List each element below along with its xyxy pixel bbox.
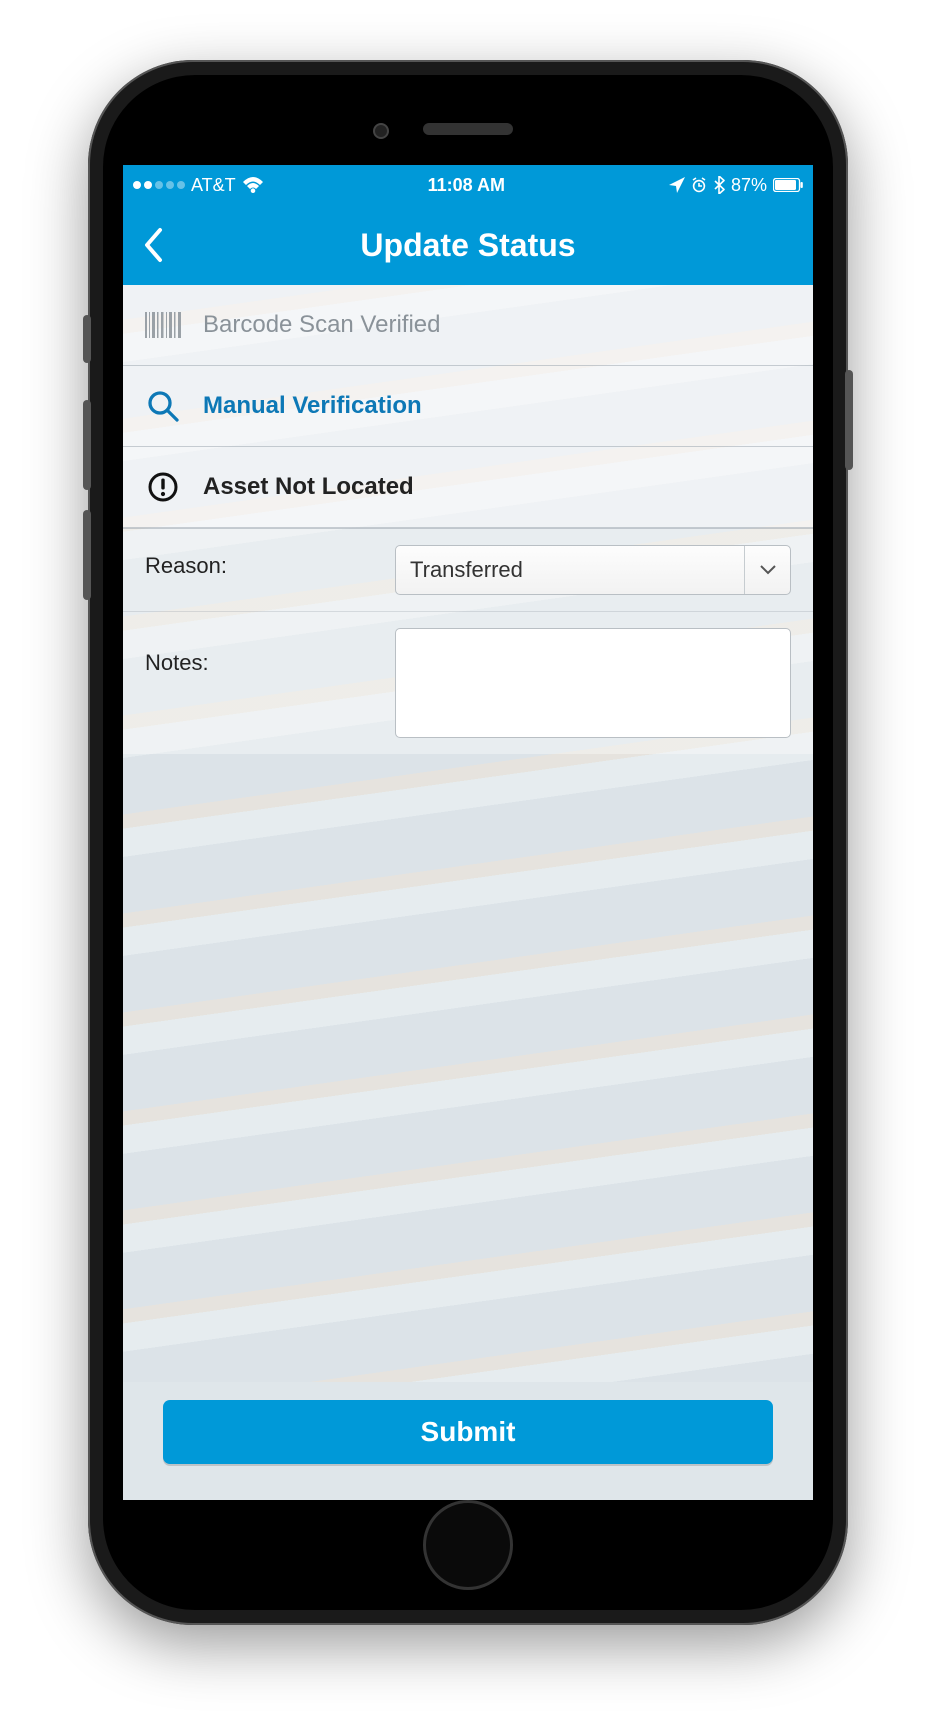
location-icon [669, 177, 685, 193]
carrier-label: AT&T [191, 175, 236, 196]
power-button[interactable] [845, 370, 853, 470]
barcode-icon [145, 307, 181, 343]
mute-switch[interactable] [83, 315, 91, 363]
option-asset-not-located[interactable]: Asset Not Located [123, 447, 813, 528]
option-label: Manual Verification [203, 392, 422, 420]
screen: AT&T 11:08 AM 87% [123, 165, 813, 1500]
reason-selected-value: Transferred [410, 557, 523, 583]
front-camera [373, 123, 389, 139]
signal-strength-icon [133, 181, 185, 189]
page-title: Update Status [360, 227, 575, 264]
phone-frame: AT&T 11:08 AM 87% [88, 60, 848, 1625]
search-icon [145, 388, 181, 424]
volume-down-button[interactable] [83, 510, 91, 600]
battery-percent-label: 87% [731, 175, 767, 196]
submit-button[interactable]: Submit [163, 1400, 773, 1464]
alert-icon [145, 469, 181, 505]
option-label: Asset Not Located [203, 473, 414, 501]
option-barcode-scan-verified[interactable]: Barcode Scan Verified [123, 285, 813, 366]
clock-label: 11:08 AM [428, 175, 505, 196]
alarm-icon [691, 177, 707, 193]
reason-label: Reason: [145, 545, 375, 579]
phone-bezel: AT&T 11:08 AM 87% [103, 75, 833, 1610]
reason-row: Reason: Transferred [123, 528, 813, 611]
content-area: Barcode Scan Verified Manual Verificatio… [123, 285, 813, 1382]
battery-icon [773, 178, 803, 192]
submit-label: Submit [421, 1416, 516, 1448]
notes-row: Notes: [123, 611, 813, 754]
footer-bar: Submit [123, 1382, 813, 1500]
notes-textarea[interactable] [395, 628, 791, 738]
home-button[interactable] [423, 1500, 513, 1590]
notes-label: Notes: [145, 628, 375, 676]
status-bar: AT&T 11:08 AM 87% [123, 165, 813, 205]
nav-header: Update Status [123, 205, 813, 285]
volume-up-button[interactable] [83, 400, 91, 490]
chevron-down-icon [744, 546, 790, 594]
option-manual-verification[interactable]: Manual Verification [123, 366, 813, 447]
back-button[interactable] [143, 227, 163, 263]
earpiece-speaker [423, 123, 513, 135]
status-right: 87% [669, 175, 803, 196]
status-left: AT&T [133, 175, 264, 196]
wifi-icon [242, 176, 264, 194]
option-label: Barcode Scan Verified [203, 311, 440, 339]
bluetooth-icon [713, 176, 725, 194]
reason-select[interactable]: Transferred [395, 545, 791, 595]
